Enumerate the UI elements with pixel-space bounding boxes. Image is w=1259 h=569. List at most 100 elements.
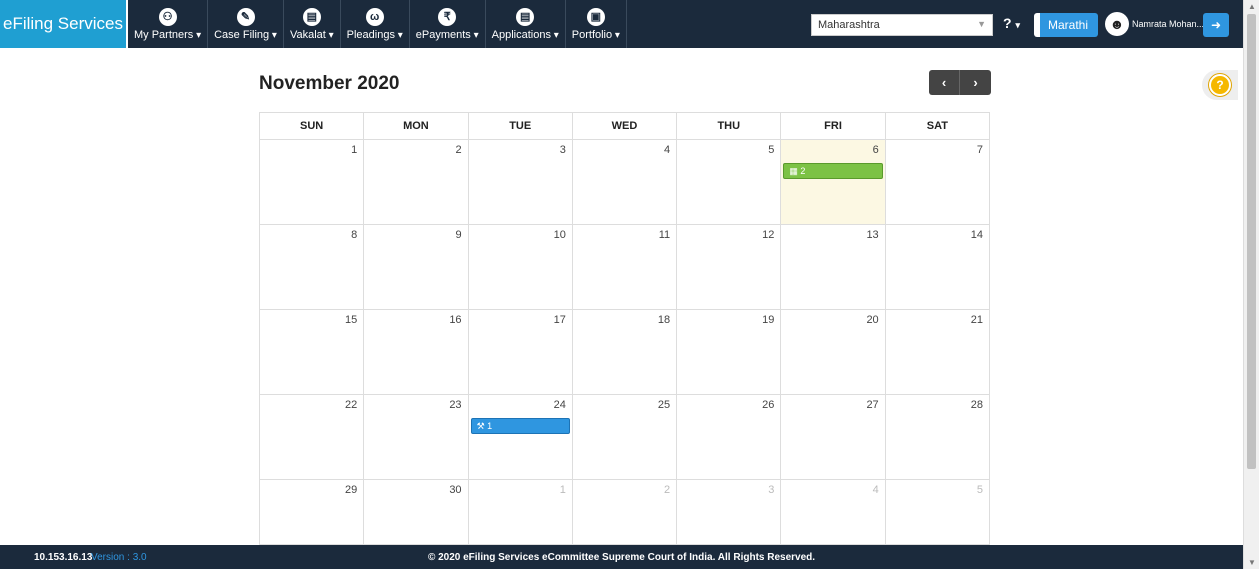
day-cell[interactable]: 18 bbox=[571, 309, 678, 395]
day-number[interactable]: 22 bbox=[345, 399, 357, 411]
nav-epayments[interactable]: ₹ ePayments bbox=[410, 0, 486, 48]
day-cell[interactable]: 30 bbox=[363, 479, 469, 545]
day-cell[interactable]: 8 bbox=[258, 224, 365, 310]
calendar-event[interactable]: ⚒ 1 bbox=[470, 418, 570, 434]
user-menu[interactable]: ☻ Namrata Mohan... bbox=[1105, 12, 1204, 36]
day-cell[interactable]: 24 ⚒ 1 bbox=[467, 394, 573, 480]
next-month-button[interactable]: › bbox=[960, 70, 991, 95]
day-number[interactable]: 8 bbox=[351, 229, 357, 241]
day-cell[interactable]: 26 bbox=[676, 394, 782, 480]
day-number[interactable]: 14 bbox=[971, 229, 983, 241]
day-number[interactable]: 5 bbox=[768, 144, 774, 156]
logout-button[interactable]: ➜ bbox=[1203, 13, 1229, 37]
day-cell[interactable]: 4 bbox=[780, 479, 886, 545]
day-number[interactable]: 12 bbox=[762, 229, 774, 241]
nav-vakalat[interactable]: ▤ Vakalat bbox=[284, 0, 341, 48]
day-number[interactable]: 17 bbox=[554, 314, 566, 326]
nav-label: Portfolio bbox=[572, 29, 620, 41]
day-cell[interactable]: 2 bbox=[363, 139, 469, 225]
day-cell[interactable]: 22 bbox=[258, 394, 365, 480]
weekday-wed: WED bbox=[571, 112, 678, 140]
vertical-scrollbar[interactable]: ▲ ▼ bbox=[1243, 0, 1259, 569]
day-number[interactable]: 18 bbox=[658, 314, 670, 326]
day-number[interactable]: 9 bbox=[455, 229, 461, 241]
day-cell[interactable]: 6 ▦ 2 bbox=[780, 139, 886, 225]
day-cell[interactable]: 16 bbox=[363, 309, 469, 395]
day-number[interactable]: 2 bbox=[455, 144, 461, 156]
day-number[interactable]: 3 bbox=[768, 484, 774, 496]
day-cell[interactable]: 2 bbox=[571, 479, 678, 545]
day-cell[interactable]: 1 bbox=[467, 479, 573, 545]
day-number[interactable]: 2 bbox=[664, 484, 670, 496]
day-number[interactable]: 26 bbox=[762, 399, 774, 411]
prev-month-button[interactable]: ‹ bbox=[929, 70, 960, 95]
state-select[interactable]: Maharashtra ▼ bbox=[811, 14, 993, 36]
day-cell[interactable]: 11 bbox=[571, 224, 678, 310]
day-cell[interactable]: 3 bbox=[676, 479, 782, 545]
day-number[interactable]: 13 bbox=[866, 229, 878, 241]
day-cell[interactable]: 9 bbox=[363, 224, 469, 310]
day-cell[interactable]: 3 bbox=[467, 139, 573, 225]
day-number[interactable]: 19 bbox=[762, 314, 774, 326]
day-cell[interactable]: 13 bbox=[780, 224, 886, 310]
month-calendar: SUN MON TUE WED THU FRI SAT 1 2 3 4 5 6 ▦ 2 7 8 9 10 11 12… bbox=[258, 112, 991, 545]
day-number[interactable]: 28 bbox=[971, 399, 983, 411]
day-number[interactable]: 4 bbox=[664, 144, 670, 156]
day-cell[interactable]: 19 bbox=[676, 309, 782, 395]
nav-my-partners[interactable]: ⚇ My Partners bbox=[128, 0, 209, 48]
day-cell[interactable]: 15 bbox=[258, 309, 365, 395]
day-cell[interactable]: 1 bbox=[258, 139, 365, 225]
weekday-mon: MON bbox=[363, 112, 469, 140]
nav-label: Case Filing bbox=[214, 29, 277, 41]
nav-case-filing[interactable]: ✎ Case Filing bbox=[208, 0, 284, 48]
avatar: ☻ bbox=[1105, 12, 1129, 36]
day-number[interactable]: 1 bbox=[560, 484, 566, 496]
day-number[interactable]: 11 bbox=[659, 229, 670, 241]
day-cell[interactable]: 14 bbox=[884, 224, 991, 310]
floating-help-button[interactable]: ? bbox=[1202, 70, 1238, 100]
day-number[interactable]: 27 bbox=[866, 399, 878, 411]
day-cell[interactable]: 25 bbox=[571, 394, 678, 480]
day-number[interactable]: 25 bbox=[658, 399, 670, 411]
day-number[interactable]: 30 bbox=[449, 484, 461, 496]
day-number[interactable]: 4 bbox=[873, 484, 879, 496]
nav-portfolio[interactable]: ▣ Portfolio bbox=[566, 0, 627, 48]
day-number[interactable]: 15 bbox=[345, 314, 357, 326]
day-number[interactable]: 3 bbox=[560, 144, 566, 156]
calendar-event[interactable]: ▦ 2 bbox=[783, 163, 883, 179]
day-cell[interactable]: 12 bbox=[676, 224, 782, 310]
day-number[interactable]: 6 bbox=[873, 144, 879, 156]
event-count: 2 bbox=[800, 166, 806, 176]
day-number[interactable]: 7 bbox=[977, 144, 983, 156]
day-cell[interactable]: 23 bbox=[363, 394, 469, 480]
day-number[interactable]: 21 bbox=[971, 314, 983, 326]
nav-pleadings[interactable]: ω Pleadings bbox=[341, 0, 410, 48]
day-cell[interactable]: 27 bbox=[780, 394, 886, 480]
day-cell[interactable]: 5 bbox=[884, 479, 991, 545]
day-number[interactable]: 16 bbox=[449, 314, 461, 326]
scroll-thumb[interactable] bbox=[1247, 14, 1256, 469]
day-number[interactable]: 29 bbox=[345, 484, 357, 496]
nav-applications[interactable]: ▤ Applications bbox=[486, 0, 566, 48]
brand-logo[interactable]: eFiling Services bbox=[0, 0, 128, 48]
day-number[interactable]: 23 bbox=[449, 399, 461, 411]
help-menu[interactable]: ? ▾ bbox=[1003, 15, 1020, 31]
day-cell[interactable]: 20 bbox=[780, 309, 886, 395]
scroll-down-icon[interactable]: ▼ bbox=[1248, 558, 1256, 567]
day-cell[interactable]: 7 bbox=[884, 139, 991, 225]
day-cell[interactable]: 17 bbox=[467, 309, 573, 395]
day-number[interactable]: 1 bbox=[351, 144, 357, 156]
day-cell[interactable]: 4 bbox=[571, 139, 678, 225]
day-cell[interactable]: 5 bbox=[676, 139, 782, 225]
day-number[interactable]: 10 bbox=[554, 229, 566, 241]
event-count: 1 bbox=[487, 421, 493, 431]
day-cell[interactable]: 21 bbox=[884, 309, 991, 395]
day-number[interactable]: 24 bbox=[554, 399, 566, 411]
day-number[interactable]: 5 bbox=[977, 484, 983, 496]
day-cell[interactable]: 28 bbox=[884, 394, 991, 480]
scroll-up-icon[interactable]: ▲ bbox=[1248, 2, 1256, 11]
day-cell[interactable]: 10 bbox=[467, 224, 573, 310]
day-cell[interactable]: 29 bbox=[258, 479, 365, 545]
language-button[interactable]: Marathi bbox=[1034, 13, 1098, 37]
day-number[interactable]: 20 bbox=[866, 314, 878, 326]
